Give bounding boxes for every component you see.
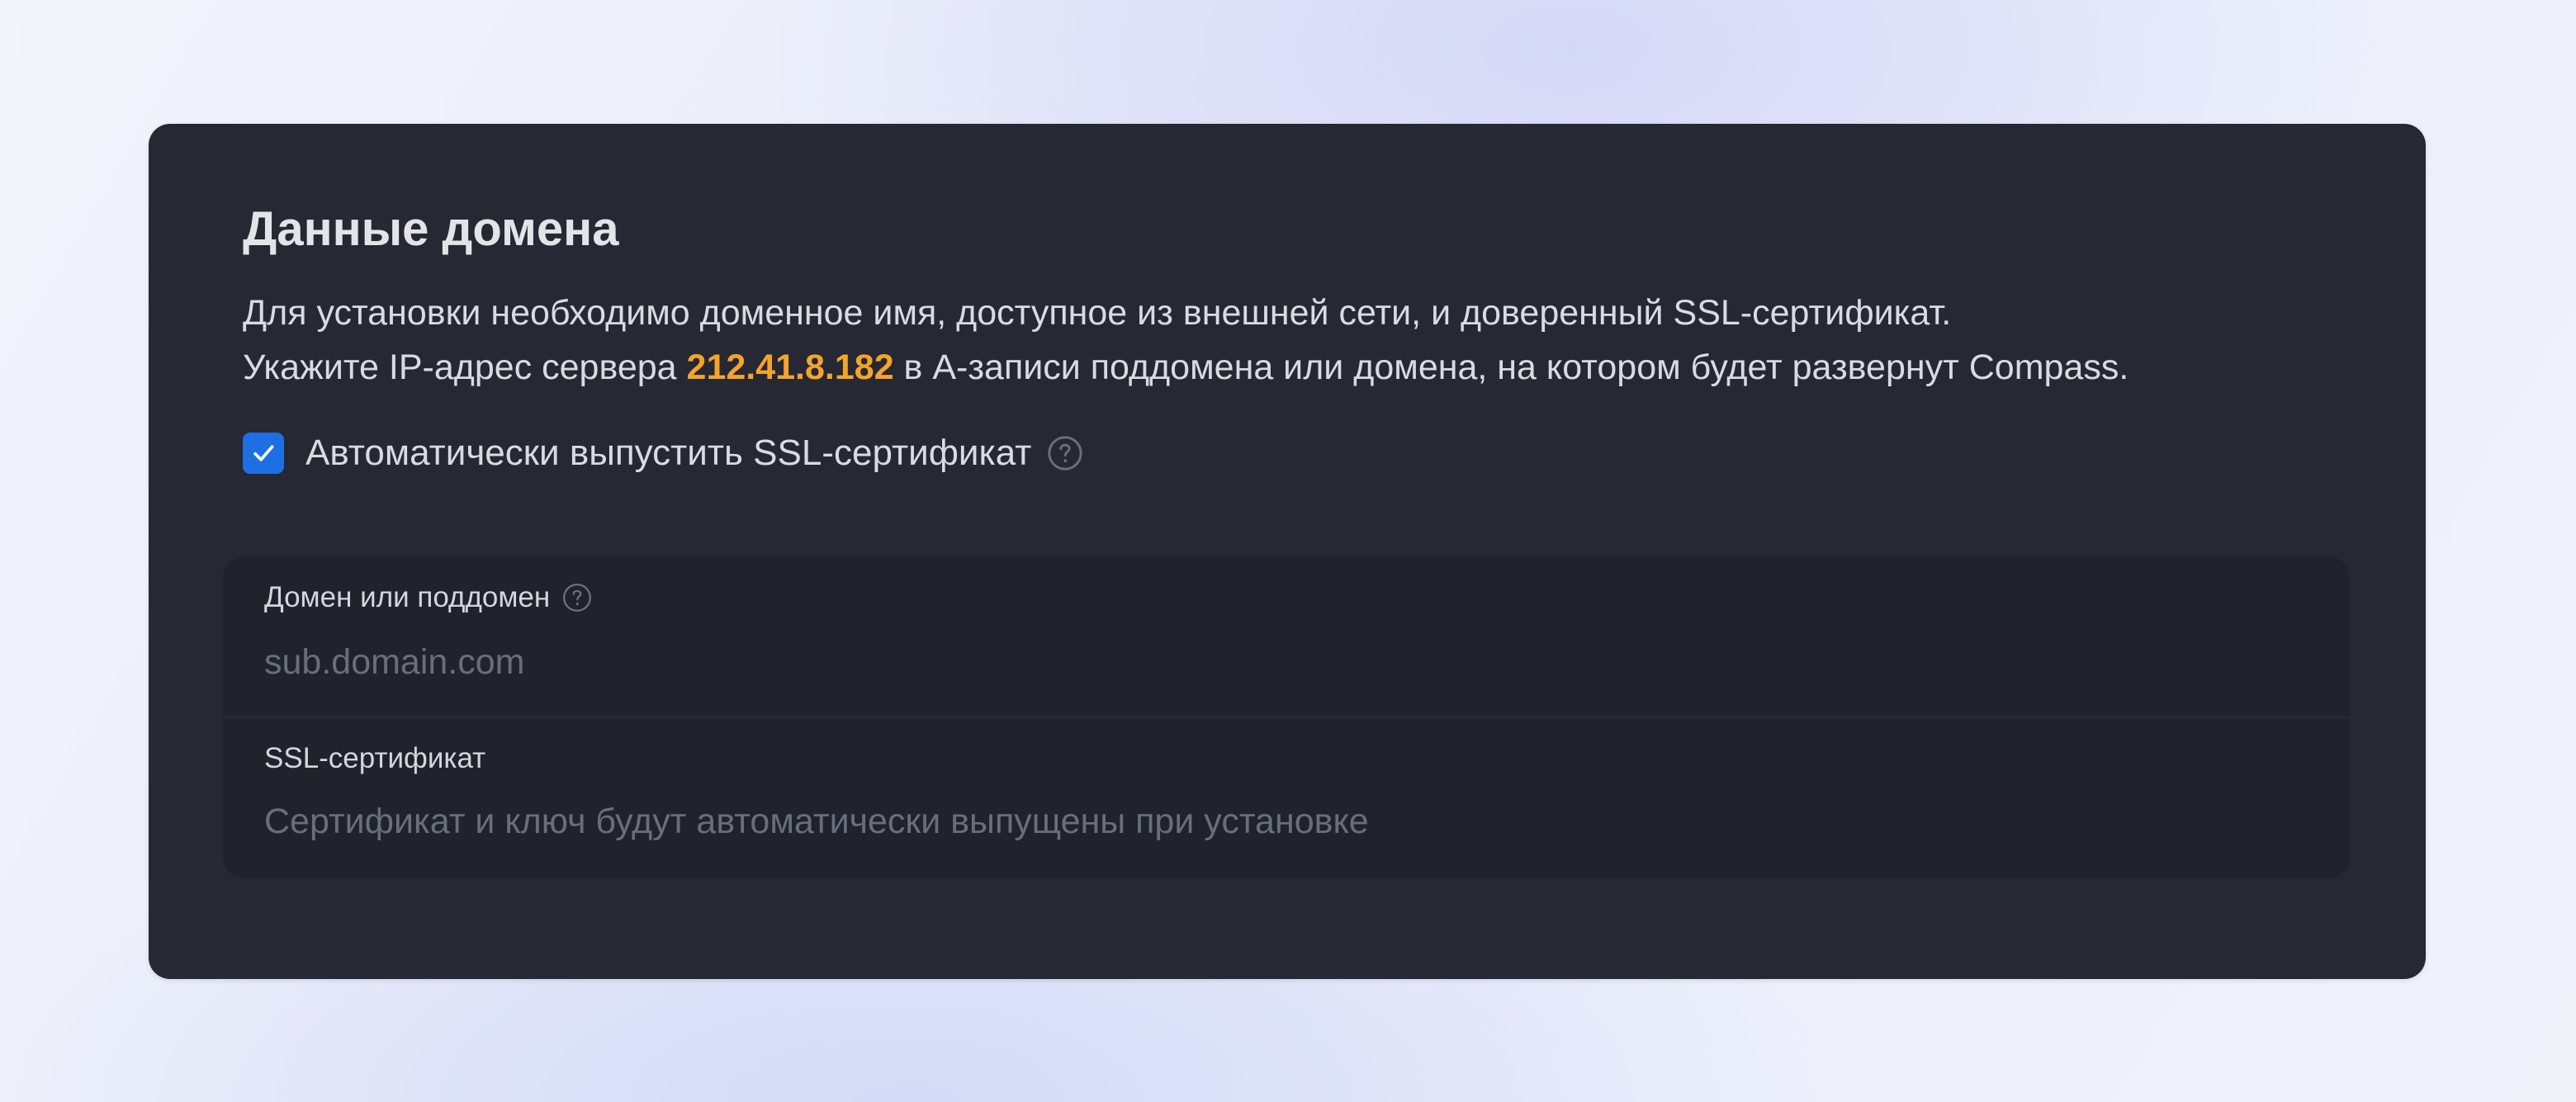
- description-line-2: Укажите IP-адрес сервера 212.41.8.182 в …: [243, 340, 2129, 395]
- domain-field: Домен или поддомен: [223, 556, 2350, 717]
- description-line-2-prefix: Укажите IP-адрес сервера: [243, 348, 687, 387]
- help-circle-icon[interactable]: [1046, 434, 1084, 472]
- domain-fields-group: Домен или поддомен SSL-сертификат Сертиф…: [223, 556, 2350, 878]
- card-title: Данные домена: [243, 202, 619, 256]
- auto-ssl-label[interactable]: Автоматически выпустить SSL-сертификат: [305, 433, 1031, 474]
- ssl-certificate-field: SSL-сертификат Сертификат и ключ будут а…: [223, 717, 2350, 878]
- card-description: Для установки необходимо доменное имя, д…: [243, 286, 2129, 395]
- ssl-certificate-label-row: SSL-сертификат: [264, 742, 485, 775]
- help-circle-icon[interactable]: [561, 582, 593, 613]
- ssl-certificate-label: SSL-сертификат: [264, 742, 486, 774]
- domain-settings-card: Данные домена Для установки необходимо д…: [149, 124, 2426, 979]
- domain-field-label-row: Домен или поддомен: [264, 581, 593, 614]
- description-line-1: Для установки необходимо доменное имя, д…: [243, 293, 1952, 333]
- ssl-certificate-info: Сертификат и ключ будут автоматически вы…: [264, 802, 1369, 841]
- description-line-2-suffix: в А-записи поддомена или домена, на кото…: [893, 348, 2129, 387]
- server-ip-address: 212.41.8.182: [686, 348, 894, 387]
- domain-input[interactable]: [264, 637, 2246, 687]
- auto-ssl-option: Автоматически выпустить SSL-сертификат: [243, 432, 1084, 475]
- checkmark-icon: [253, 445, 274, 461]
- auto-ssl-checkbox[interactable]: [243, 433, 284, 474]
- domain-field-label: Домен или поддомен: [264, 581, 551, 613]
